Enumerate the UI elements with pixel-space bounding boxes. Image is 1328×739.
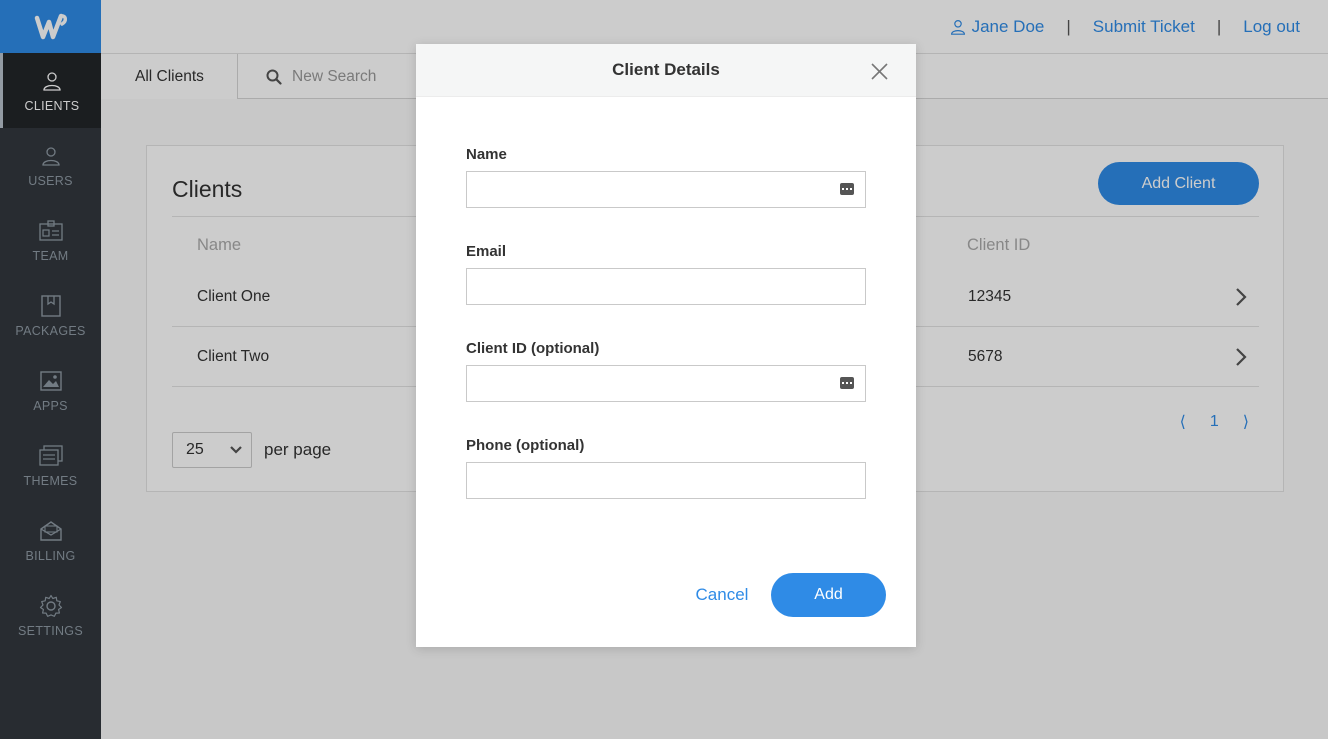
client-details-modal: Client Details Name Email Client ID (opt… bbox=[416, 44, 916, 647]
modal-header: Client Details bbox=[416, 44, 916, 97]
client-id-field[interactable] bbox=[466, 365, 866, 402]
autofill-key-icon[interactable] bbox=[840, 183, 854, 195]
name-label: Name bbox=[466, 146, 507, 163]
add-button[interactable]: Add bbox=[771, 573, 886, 617]
phone-field[interactable] bbox=[466, 462, 866, 499]
close-icon[interactable] bbox=[871, 63, 888, 80]
email-label: Email bbox=[466, 243, 507, 260]
client-id-label: Client ID (optional) bbox=[466, 340, 600, 357]
autofill-key-icon[interactable] bbox=[840, 377, 854, 389]
cancel-button[interactable]: Cancel bbox=[694, 573, 750, 617]
email-field[interactable] bbox=[466, 268, 866, 305]
modal-title: Client Details bbox=[612, 60, 720, 79]
phone-label: Phone (optional) bbox=[466, 437, 585, 454]
name-field[interactable] bbox=[466, 171, 866, 208]
